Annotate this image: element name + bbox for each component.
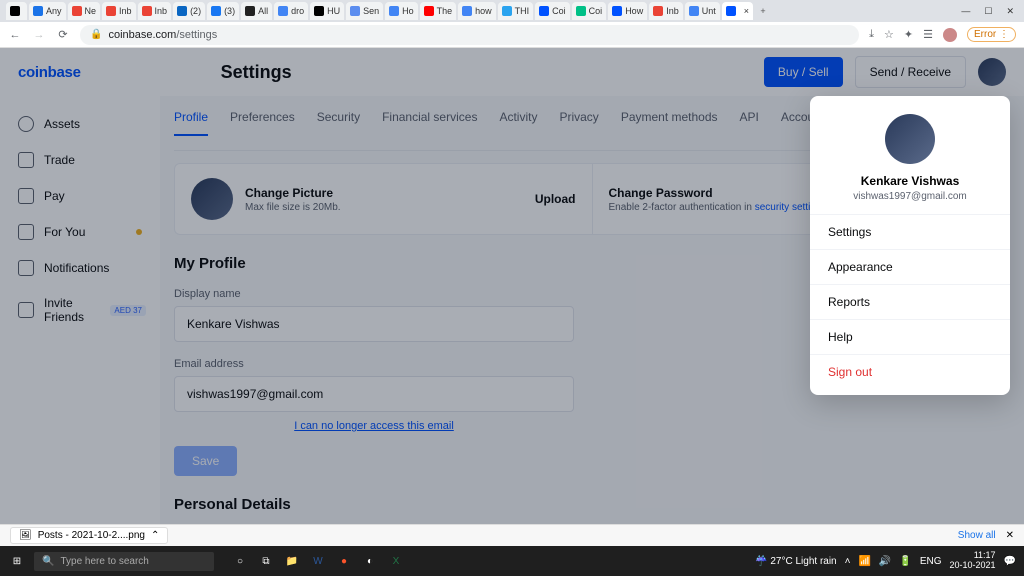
search-icon: 🔍 <box>42 556 54 567</box>
browser-tab[interactable]: Sen <box>346 2 383 20</box>
browser-tab[interactable]: The <box>420 2 457 20</box>
error-badge[interactable]: Error ⋮ <box>967 27 1016 42</box>
new-tab-button[interactable]: + <box>755 3 771 19</box>
back-icon[interactable]: ← <box>8 29 22 41</box>
url-input[interactable]: 🔒 coinbase.com/settings <box>80 25 859 45</box>
reload-icon[interactable]: ⟳ <box>56 28 70 41</box>
star-icon[interactable]: ☆ <box>884 28 894 41</box>
browser-tab[interactable]: Unt <box>685 2 720 20</box>
browser-tab[interactable]: Inb <box>649 2 683 20</box>
taskview-icon[interactable]: ⧉ <box>256 551 276 571</box>
cortana-icon[interactable]: ○ <box>230 551 250 571</box>
word-icon[interactable]: W <box>308 551 328 571</box>
browser-tab[interactable]: All <box>241 2 272 20</box>
download-item[interactable]: 🖼 Posts - 2021-10-2....png ⌃ <box>10 527 168 544</box>
volume-icon[interactable]: 🔊 <box>879 556 891 567</box>
profile-chip[interactable] <box>943 28 957 42</box>
browser-tab[interactable]: (3) <box>207 2 239 20</box>
lock-icon: 🔒 <box>90 29 102 40</box>
show-all-link[interactable]: Show all <box>958 530 996 541</box>
language-indicator[interactable]: ENG <box>920 556 942 567</box>
close-shelf-icon[interactable]: ✕ <box>1006 530 1014 541</box>
brave-icon[interactable]: ● <box>334 551 354 571</box>
browser-tab[interactable]: Coi <box>572 2 607 20</box>
taskbar-search[interactable]: 🔍Type here to search <box>34 552 214 571</box>
taskbar: ⊞ 🔍Type here to search ○ ⧉ 📁 W ● ◐ X ☔ 2… <box>0 546 1024 576</box>
extensions-icon[interactable]: ✦ <box>904 28 913 41</box>
dropdown-appearance[interactable]: Appearance <box>810 249 1010 284</box>
browser-tab[interactable]: Inb <box>138 2 172 20</box>
tray-chevron-icon[interactable]: ˄ <box>845 556 851 567</box>
browser-tab[interactable]: (2) <box>173 2 205 20</box>
browser-tab[interactable]: Coi <box>535 2 570 20</box>
browser-tab[interactable]: Any <box>29 2 66 20</box>
browser-tab-active[interactable]: × <box>722 2 753 20</box>
chrome-icon[interactable]: ◐ <box>360 551 380 571</box>
chevron-up-icon[interactable]: ⌃ <box>151 530 159 541</box>
minimize-icon[interactable]: — <box>961 6 970 17</box>
clock[interactable]: 11:1720-10-2021 <box>950 551 996 571</box>
dropdown-avatar <box>885 114 935 164</box>
excel-icon[interactable]: X <box>386 551 406 571</box>
forward-icon[interactable]: → <box>32 29 46 41</box>
action-center-icon[interactable]: 💬 <box>1004 556 1016 567</box>
dropdown-help[interactable]: Help <box>810 319 1010 354</box>
browser-tab-strip: AnyNeInbInb(2)(3)AlldroHUSenHoThehowTHIC… <box>0 0 1024 22</box>
image-icon: 🖼 <box>19 530 32 541</box>
browser-tab[interactable]: How <box>608 2 647 20</box>
address-bar: ← → ⟳ 🔒 coinbase.com/settings ⤓ ☆ ✦ ☰ Er… <box>0 22 1024 48</box>
maximize-icon[interactable]: ☐ <box>984 6 992 17</box>
browser-tab[interactable]: Ho <box>385 2 418 20</box>
browser-tab[interactable]: Inb <box>102 2 136 20</box>
install-icon[interactable]: ⤓ <box>869 28 874 41</box>
explorer-icon[interactable]: 📁 <box>282 551 302 571</box>
browser-tab[interactable]: THI <box>498 2 534 20</box>
account-icon[interactable]: ☰ <box>923 28 933 41</box>
start-button[interactable]: ⊞ <box>6 550 28 572</box>
dropdown-reports[interactable]: Reports <box>810 284 1010 319</box>
browser-tab[interactable]: dro <box>274 2 308 20</box>
browser-tab[interactable] <box>6 2 27 20</box>
browser-tab[interactable]: HU <box>310 2 344 20</box>
battery-icon[interactable]: 🔋 <box>899 556 911 567</box>
browser-tab[interactable]: Ne <box>68 2 101 20</box>
weather-widget[interactable]: ☔ 27°C Light rain <box>755 556 837 567</box>
dropdown-email: vishwas1997@gmail.com <box>810 191 1010 202</box>
dropdown-name: Kenkare Vishwas <box>810 174 1010 188</box>
browser-tab[interactable]: how <box>458 2 496 20</box>
dropdown-signout[interactable]: Sign out <box>810 354 1010 389</box>
user-dropdown: Kenkare Vishwas vishwas1997@gmail.com Se… <box>810 96 1010 395</box>
download-filename: Posts - 2021-10-2....png <box>38 530 145 541</box>
close-icon[interactable]: × <box>744 6 749 16</box>
download-shelf: 🖼 Posts - 2021-10-2....png ⌃ Show all ✕ <box>0 524 1024 546</box>
close-window-icon[interactable]: ✕ <box>1006 6 1014 17</box>
dropdown-settings[interactable]: Settings <box>810 214 1010 249</box>
wifi-icon[interactable]: 📶 <box>858 556 870 567</box>
